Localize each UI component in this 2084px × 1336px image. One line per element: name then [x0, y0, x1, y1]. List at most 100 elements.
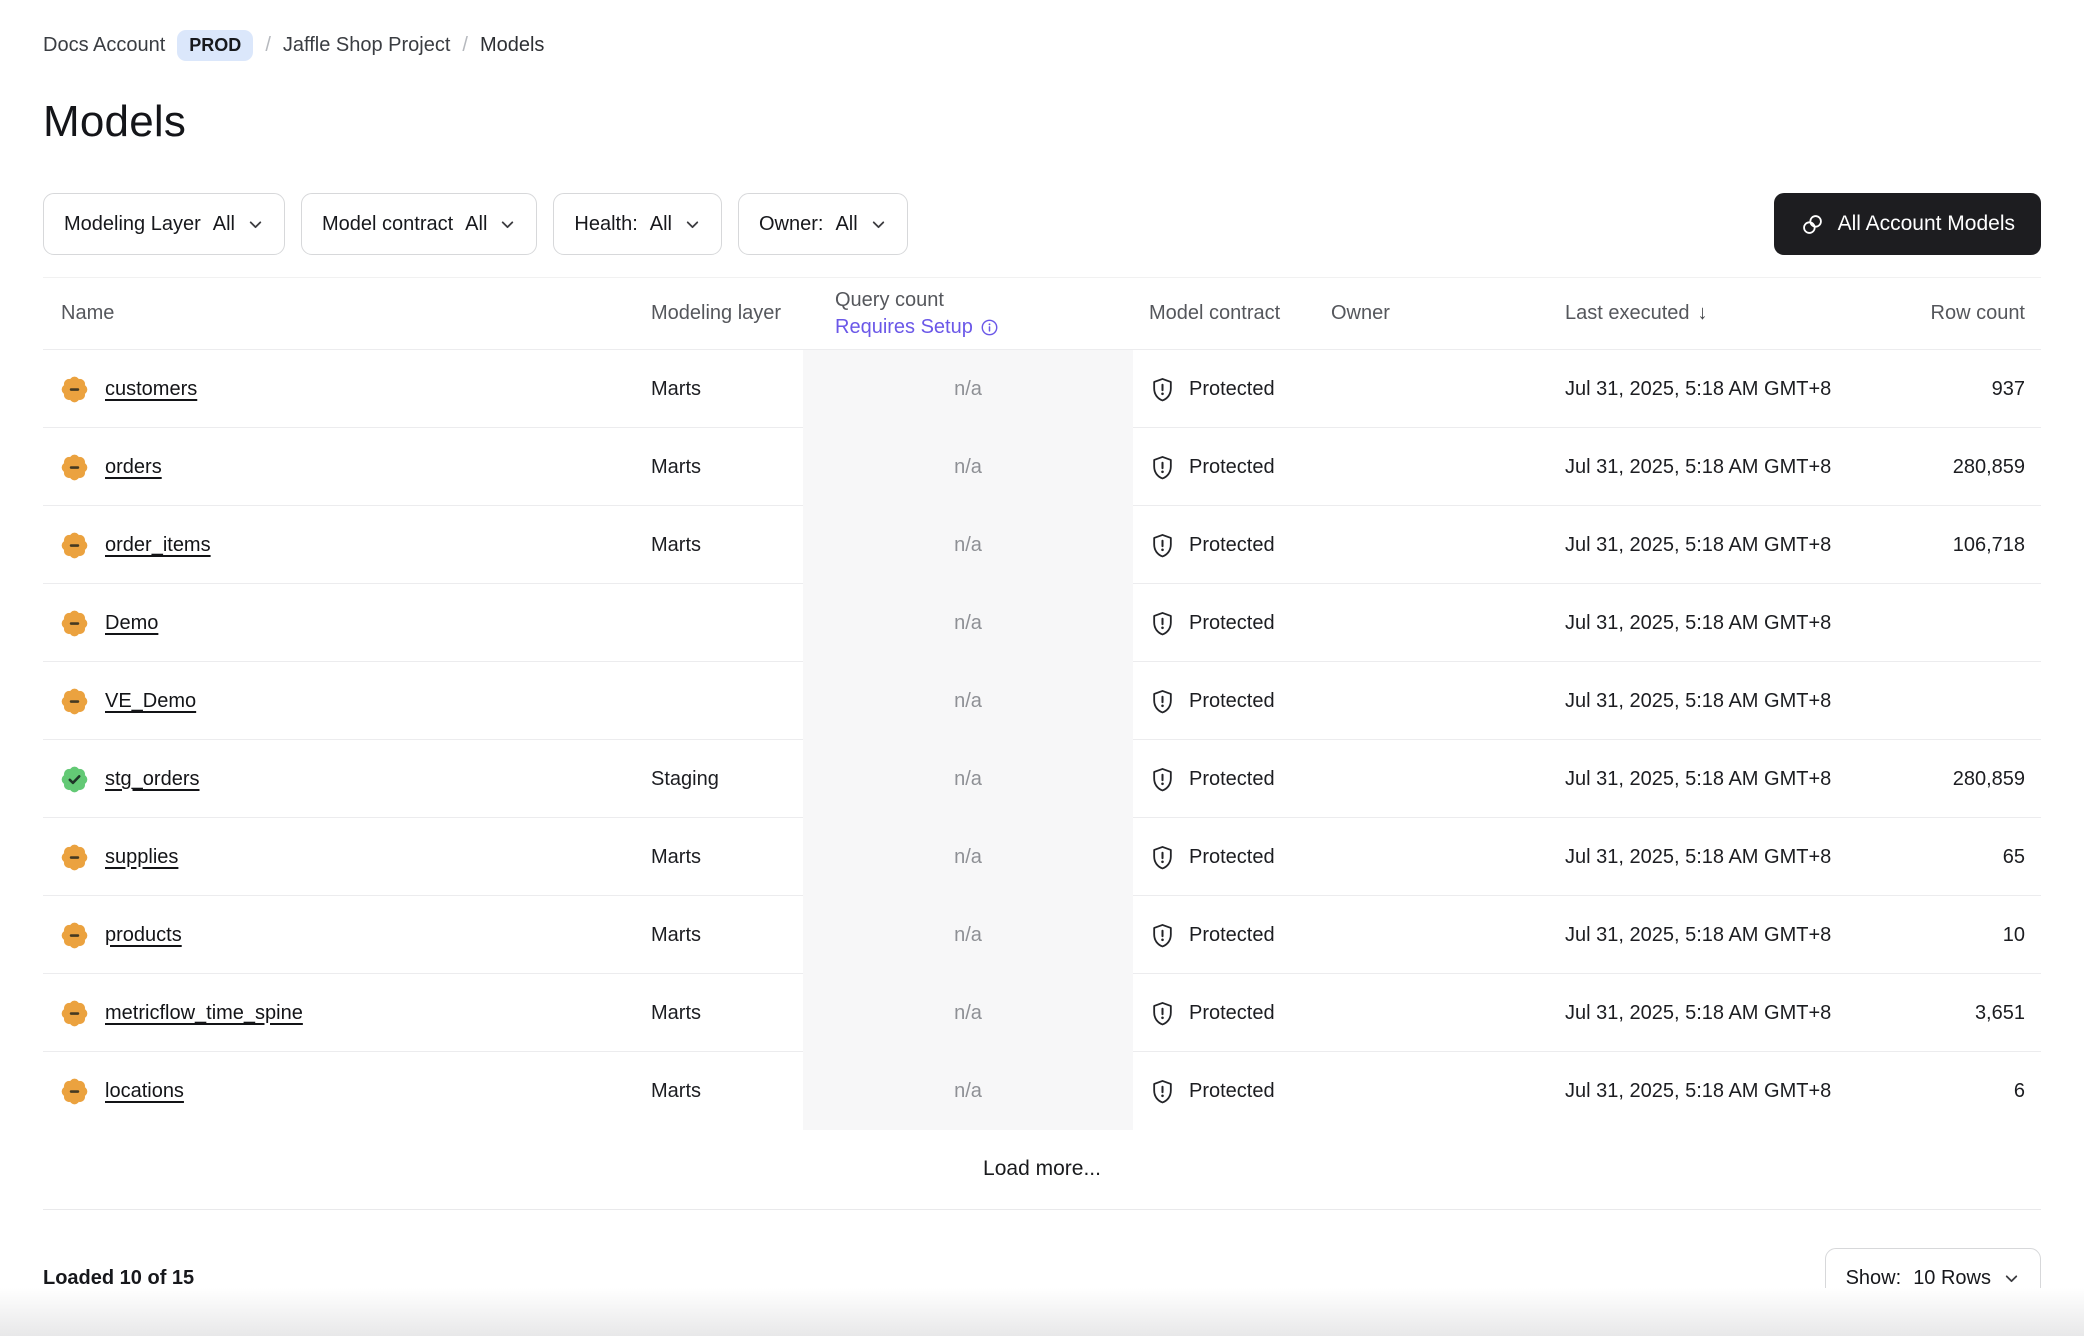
table-row: metricflow_time_spine Marts n/a Protecte…	[43, 973, 2041, 1051]
query-count-cell: n/a	[803, 818, 1133, 896]
column-header-query-count: Query count Requires Setup	[803, 287, 1133, 341]
model-name-link[interactable]: customers	[105, 378, 197, 401]
column-header-last-executed[interactable]: Last executed ↓	[1503, 302, 1893, 325]
table-row: products Marts n/a Protected Jul 31, 202…	[43, 895, 2041, 973]
query-count-cell: n/a	[803, 350, 1133, 428]
requires-setup-link[interactable]: Requires Setup	[835, 314, 1133, 341]
all-account-models-button[interactable]: All Account Models	[1774, 193, 2041, 255]
model-contract-cell: Protected	[1133, 922, 1323, 949]
row-count-cell: 6	[1893, 1080, 2041, 1103]
row-count-cell: 280,859	[1893, 768, 2041, 791]
query-count-cell: n/a	[803, 662, 1133, 740]
table-body: customers Marts n/a Protected Jul 31, 20…	[43, 349, 2041, 1129]
table-row: order_items Marts n/a Protected Jul 31, …	[43, 505, 2041, 583]
model-contract-cell: Protected	[1133, 1078, 1323, 1105]
filter-model-contract[interactable]: Model contract All	[301, 193, 537, 255]
load-more-button[interactable]: Load more...	[43, 1129, 2041, 1209]
link-icon	[1800, 212, 1825, 237]
query-count-cell: n/a	[803, 584, 1133, 662]
query-count-cell: n/a	[803, 506, 1133, 584]
filter-label: Owner:	[759, 213, 823, 236]
breadcrumb-separator: /	[462, 34, 468, 57]
model-contract-label: Protected	[1189, 846, 1275, 869]
model-contract-cell: Protected	[1133, 844, 1323, 871]
shield-protected-icon	[1149, 610, 1176, 637]
modeling-layer-cell: Marts	[643, 534, 803, 557]
health-warning-icon	[61, 454, 88, 481]
model-name-link[interactable]: Demo	[105, 612, 158, 635]
model-name-cell: locations	[43, 1078, 643, 1105]
model-contract-label: Protected	[1189, 690, 1275, 713]
model-name-cell: stg_orders	[43, 766, 643, 793]
row-count-cell: 65	[1893, 846, 2041, 869]
column-header-name: Name	[43, 302, 643, 325]
filter-modeling-layer[interactable]: Modeling Layer All	[43, 193, 285, 255]
row-count-cell: 106,718	[1893, 534, 2041, 557]
model-name-cell: order_items	[43, 532, 643, 559]
shield-protected-icon	[1149, 376, 1176, 403]
modeling-layer-cell: Marts	[643, 924, 803, 947]
filter-value: All	[465, 213, 487, 236]
health-warning-icon	[61, 1000, 88, 1027]
last-executed-cell: Jul 31, 2025, 5:18 AM GMT+8	[1503, 690, 1893, 713]
model-contract-cell: Protected	[1133, 610, 1323, 637]
model-name-link[interactable]: supplies	[105, 846, 178, 869]
chevron-down-icon	[870, 216, 887, 233]
modeling-layer-cell: Marts	[643, 1002, 803, 1025]
model-name-link[interactable]: order_items	[105, 534, 211, 557]
table-row: orders Marts n/a Protected Jul 31, 2025,…	[43, 427, 2041, 505]
health-warning-icon	[61, 376, 88, 403]
model-name-cell: products	[43, 922, 643, 949]
row-count-cell: 10	[1893, 924, 2041, 947]
shield-protected-icon	[1149, 766, 1176, 793]
model-contract-label: Protected	[1189, 768, 1275, 791]
page-title: Models	[43, 97, 2041, 147]
model-contract-label: Protected	[1189, 924, 1275, 947]
model-name-cell: metricflow_time_spine	[43, 1000, 643, 1027]
model-contract-cell: Protected	[1133, 688, 1323, 715]
model-contract-cell: Protected	[1133, 1000, 1323, 1027]
sort-descending-icon[interactable]: ↓	[1698, 302, 1708, 325]
model-name-cell: Demo	[43, 610, 643, 637]
table-header-row: Name Modeling layer Query count Requires…	[43, 277, 2041, 349]
model-name-link[interactable]: stg_orders	[105, 768, 200, 791]
table-row: supplies Marts n/a Protected Jul 31, 202…	[43, 817, 2041, 895]
filter-health[interactable]: Health: All	[553, 193, 722, 255]
chevron-down-icon	[2003, 1270, 2020, 1287]
model-contract-label: Protected	[1189, 534, 1275, 557]
model-name-link[interactable]: orders	[105, 456, 162, 479]
model-name-cell: orders	[43, 454, 643, 481]
model-name-link[interactable]: products	[105, 924, 182, 947]
shield-protected-icon	[1149, 532, 1176, 559]
breadcrumb-project[interactable]: Jaffle Shop Project	[283, 34, 451, 57]
query-count-cell: n/a	[803, 428, 1133, 506]
model-name-link[interactable]: metricflow_time_spine	[105, 1002, 303, 1025]
modeling-layer-cell: Marts	[643, 846, 803, 869]
model-name-link[interactable]: locations	[105, 1080, 184, 1103]
last-executed-cell: Jul 31, 2025, 5:18 AM GMT+8	[1503, 534, 1893, 557]
chevron-down-icon	[247, 216, 264, 233]
health-success-icon	[61, 766, 88, 793]
shield-protected-icon	[1149, 688, 1176, 715]
query-count-header-label: Query count	[835, 287, 1133, 314]
column-header-modeling-layer: Modeling layer	[643, 302, 803, 325]
last-executed-label: Last executed	[1565, 302, 1690, 325]
show-label: Show:	[1846, 1267, 1902, 1290]
health-warning-icon	[61, 844, 88, 871]
rows-per-page-select[interactable]: Show: 10 Rows	[1825, 1248, 2041, 1308]
row-count-cell: 280,859	[1893, 456, 2041, 479]
model-name-link[interactable]: VE_Demo	[105, 690, 196, 713]
table-row: stg_orders Staging n/a Protected Jul 31,…	[43, 739, 2041, 817]
model-contract-cell: Protected	[1133, 766, 1323, 793]
info-icon[interactable]	[980, 318, 999, 337]
last-executed-cell: Jul 31, 2025, 5:18 AM GMT+8	[1503, 612, 1893, 635]
last-executed-cell: Jul 31, 2025, 5:18 AM GMT+8	[1503, 1002, 1893, 1025]
filter-label: Model contract	[322, 213, 453, 236]
filter-owner[interactable]: Owner: All	[738, 193, 908, 255]
breadcrumb-account[interactable]: Docs Account	[43, 34, 165, 57]
row-count-cell: 3,651	[1893, 1002, 2041, 1025]
model-contract-label: Protected	[1189, 456, 1275, 479]
model-name-cell: VE_Demo	[43, 688, 643, 715]
breadcrumb: Docs Account PROD / Jaffle Shop Project …	[43, 0, 2041, 61]
model-contract-cell: Protected	[1133, 376, 1323, 403]
